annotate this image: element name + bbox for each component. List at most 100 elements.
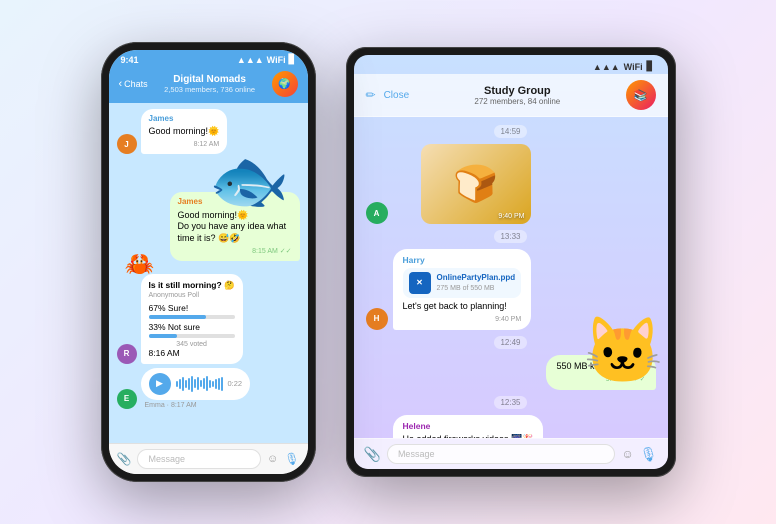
avatar: J xyxy=(117,134,137,154)
message-time: 8:15 AM ✓✓ xyxy=(178,247,292,256)
microphone-icon[interactable]: 🎙 xyxy=(284,452,299,466)
poll-option: 33% Not sure xyxy=(149,322,235,338)
message-text: He added fireworks videos 🎆🎉 xyxy=(403,434,534,438)
tablet-device: ▲▲▲ WiFi ▊ ✏ Close Study Group 272 membe… xyxy=(346,47,676,477)
close-button[interactable]: Close xyxy=(384,90,410,101)
tablet-chat-title: Study Group xyxy=(417,85,617,97)
wave-bar xyxy=(188,378,190,390)
toast-image-content: 🍞 xyxy=(421,144,531,224)
file-attachment[interactable]: ✕ OnlinePartyPlan.ppd 275 MB of 550 MB xyxy=(403,268,522,298)
poll-bar-bg xyxy=(149,315,235,319)
message-input[interactable]: Message xyxy=(137,449,261,469)
file-icon: ✕ xyxy=(409,272,431,294)
wave-bar xyxy=(179,379,181,389)
group-avatar[interactable]: 🌍 xyxy=(272,71,298,97)
chevron-left-icon: ‹ xyxy=(119,78,123,90)
header-center: Digital Nomads 2,503 members, 736 online xyxy=(154,74,266,94)
tablet-emoji-icon[interactable]: ☺ xyxy=(621,447,633,461)
message-bubble: Helene He added fireworks videos 🎆🎉 9:41… xyxy=(393,415,544,438)
phone-chat-header: ‹ Chats Digital Nomads 2,503 members, 73… xyxy=(109,67,308,103)
back-button[interactable]: ‹ Chats xyxy=(119,78,148,90)
message-time: 8:16 AM xyxy=(149,348,235,358)
phone-status-icons: ▲▲▲ WiFi ▊ xyxy=(237,54,296,65)
wave-bar xyxy=(200,380,202,387)
tablet-messages-area: 14:59 A 🍞 9:40 PM 13:33 H Harry ✕ xyxy=(354,117,668,438)
poll-option: 67% Sure! xyxy=(149,303,235,319)
file-name: OnlinePartyPlan.ppd xyxy=(437,273,516,283)
tablet-battery-icon: ▊ xyxy=(647,61,654,72)
wave-bar xyxy=(221,377,223,391)
message-bubble: Harry ✕ OnlinePartyPlan.ppd 275 MB of 55… xyxy=(393,249,532,330)
tablet-signal-icon: ▲▲▲ xyxy=(593,62,620,72)
wave-bar xyxy=(194,379,196,388)
wave-bar xyxy=(185,380,187,388)
wave-bar xyxy=(191,376,193,392)
signal-icon: ▲▲▲ xyxy=(237,55,264,65)
waveform xyxy=(176,376,223,392)
image-timestamp: 9:40 PM xyxy=(498,213,524,220)
phone-messages-area: J James Good morning!🌞 8:12 AM 🐟 James G… xyxy=(109,103,308,443)
wave-bar xyxy=(197,377,199,390)
message-time: 9:40 PM xyxy=(403,315,522,324)
input-placeholder: Message xyxy=(148,454,185,464)
attachment-icon[interactable]: 📎 xyxy=(117,452,132,466)
spacer: 🦀 xyxy=(117,265,300,270)
sender-name: James xyxy=(149,114,220,124)
fish-sticker: 🐟 xyxy=(209,148,290,213)
table-row: R Is it still morning? 🤔 Anonymous Poll … xyxy=(117,274,300,364)
poll-votes: 345 voted xyxy=(149,341,235,348)
avatar: E xyxy=(117,389,137,409)
crab-sticker: 🦀 xyxy=(125,250,155,279)
sender-name: Harry xyxy=(403,255,522,266)
voice-message[interactable]: ▶ xyxy=(141,368,251,400)
time-label: 14:59 xyxy=(494,125,526,138)
poll-bar-bg xyxy=(149,334,235,338)
wave-bar xyxy=(218,378,220,390)
avatar: A xyxy=(366,202,388,224)
phone-input-bar: 📎 Message ☺ 🎙 xyxy=(109,443,308,474)
wave-bar xyxy=(203,378,205,389)
voice-container: ▶ xyxy=(141,368,251,409)
phone-status-bar: 9:41 ▲▲▲ WiFi ▊ xyxy=(109,50,308,67)
phone-time: 9:41 xyxy=(121,55,139,65)
table-row: H Helene He added fireworks videos 🎆🎉 9:… xyxy=(366,415,656,438)
tablet-microphone-icon[interactable]: 🎙 xyxy=(640,446,658,463)
poll-type: Anonymous Poll xyxy=(149,292,235,299)
image-message: 🍞 9:40 PM xyxy=(421,144,531,224)
tablet-input-bar: 📎 Message ☺ 🎙 xyxy=(354,438,668,469)
table-row: E ▶ xyxy=(117,368,300,409)
poll-question: Is it still morning? 🤔 xyxy=(149,280,235,291)
time-label: 12:49 xyxy=(494,336,526,349)
file-size: 275 MB of 550 MB xyxy=(437,284,516,293)
sender-name: Helene xyxy=(403,421,534,432)
tablet-message-input[interactable]: Message xyxy=(387,444,616,464)
time-label: 12:35 xyxy=(494,396,526,409)
wave-bar xyxy=(176,381,178,387)
wave-bar xyxy=(215,379,217,389)
wave-bar xyxy=(209,380,211,388)
wave-bar xyxy=(212,381,214,387)
edit-icon[interactable]: ✏ xyxy=(366,88,376,102)
play-button[interactable]: ▶ xyxy=(149,373,171,395)
tablet-input-placeholder: Message xyxy=(398,449,435,459)
poll-bar-fill xyxy=(149,334,177,338)
chat-title: Digital Nomads xyxy=(154,74,266,85)
tablet-group-avatar[interactable]: 📚 xyxy=(626,80,656,110)
time-label: 13:33 xyxy=(494,230,526,243)
message-text: Let's get back to planning! xyxy=(403,301,522,313)
emoji-icon[interactable]: ☺ xyxy=(267,453,278,465)
close-label: Close xyxy=(384,90,410,101)
file-info: OnlinePartyPlan.ppd 275 MB of 550 MB xyxy=(437,273,516,292)
table-row: A 🍞 9:40 PM xyxy=(366,144,656,224)
sender-label: Emma · 8:17 AM xyxy=(141,402,251,409)
wave-bar xyxy=(182,377,184,391)
tablet-attachment-icon[interactable]: 📎 xyxy=(364,446,381,463)
tablet-wifi-icon: WiFi xyxy=(624,62,643,72)
message-text: Good morning!🌞 xyxy=(149,126,220,138)
tablet-screen: ▲▲▲ WiFi ▊ ✏ Close Study Group 272 membe… xyxy=(354,55,668,469)
voice-duration: 0:22 xyxy=(228,379,243,388)
tablet-chat-header: ✏ Close Study Group 272 members, 84 onli… xyxy=(354,74,668,117)
wave-bar xyxy=(206,376,208,391)
poll-bubble: Is it still morning? 🤔 Anonymous Poll 67… xyxy=(141,274,243,364)
battery-icon: ▊ xyxy=(289,54,296,65)
